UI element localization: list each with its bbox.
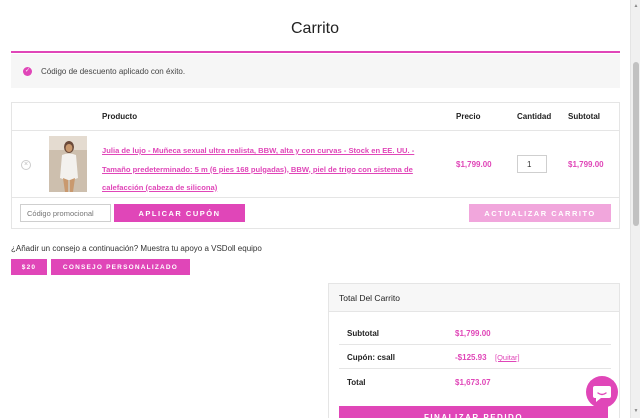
- update-cart-button[interactable]: Actualizar carrito: [469, 204, 611, 222]
- title-divider: [11, 51, 620, 53]
- total-label: Total: [347, 378, 366, 387]
- check-circle-icon: ✓: [23, 66, 32, 76]
- scroll-up-arrow-icon[interactable]: ▲: [633, 3, 639, 9]
- chat-widget-button[interactable]: [586, 376, 618, 408]
- quantity-input[interactable]: [517, 155, 547, 173]
- cart-table: Producto Precio Cantidad Subtotal × Juli…: [11, 102, 620, 229]
- page-scrollbar[interactable]: ▲ ▼: [630, 0, 640, 418]
- header-quantity: Cantidad: [517, 112, 552, 121]
- coupon-input[interactable]: [20, 204, 111, 222]
- apply-coupon-button[interactable]: Aplicar cupón: [114, 204, 245, 222]
- success-notice: ✓ Código de descuento aplicado con éxito…: [11, 54, 620, 88]
- scrollbar-thumb[interactable]: [633, 62, 639, 226]
- scroll-down-arrow-icon[interactable]: ▼: [633, 408, 639, 414]
- totals-subtotal-row: Subtotal $1,799.00: [339, 321, 611, 345]
- coupon-discount-value: -$125.93: [455, 353, 487, 362]
- tip-prompt: ¿Añadir un consejo a continuación? Muest…: [11, 244, 262, 253]
- item-subtotal: $1,799.00: [568, 160, 604, 169]
- page-title: Carrito: [290, 20, 339, 37]
- header-divider: [12, 130, 619, 131]
- totals-total-row: Total $1,673.07: [339, 370, 611, 394]
- totals-coupon-row: Cupón: csall -$125.93 [Quitar]: [339, 345, 611, 369]
- header-price: Precio: [456, 112, 481, 121]
- product-thumbnail[interactable]: [49, 136, 87, 192]
- cart-totals: Total Del Carrito Subtotal $1,799.00 Cup…: [328, 283, 620, 418]
- cart-totals-title: Total Del Carrito: [329, 284, 619, 312]
- header-subtotal: Subtotal: [568, 112, 600, 121]
- checkout-button[interactable]: Finalizar pedido: [339, 406, 608, 418]
- tip-20-button[interactable]: $20: [11, 259, 47, 275]
- coupon-label: Cupón: csall: [347, 353, 396, 362]
- total-value: $1,673.07: [455, 378, 491, 387]
- product-link[interactable]: Julia de lujo - Muñeca sexual ultra real…: [102, 142, 420, 198]
- chat-icon: [593, 386, 611, 402]
- totals-subtotal-value: $1,799.00: [455, 329, 491, 338]
- remove-item-icon[interactable]: ×: [21, 160, 31, 170]
- item-divider: [12, 197, 619, 198]
- custom-tip-button[interactable]: Consejo personalizado: [51, 259, 190, 275]
- totals-subtotal-label: Subtotal: [347, 329, 379, 338]
- remove-coupon-link[interactable]: [Quitar]: [495, 353, 520, 362]
- header-product: Producto: [102, 112, 138, 121]
- item-price: $1,799.00: [456, 160, 492, 169]
- notice-text: Código de descuento aplicado con éxito.: [41, 66, 186, 76]
